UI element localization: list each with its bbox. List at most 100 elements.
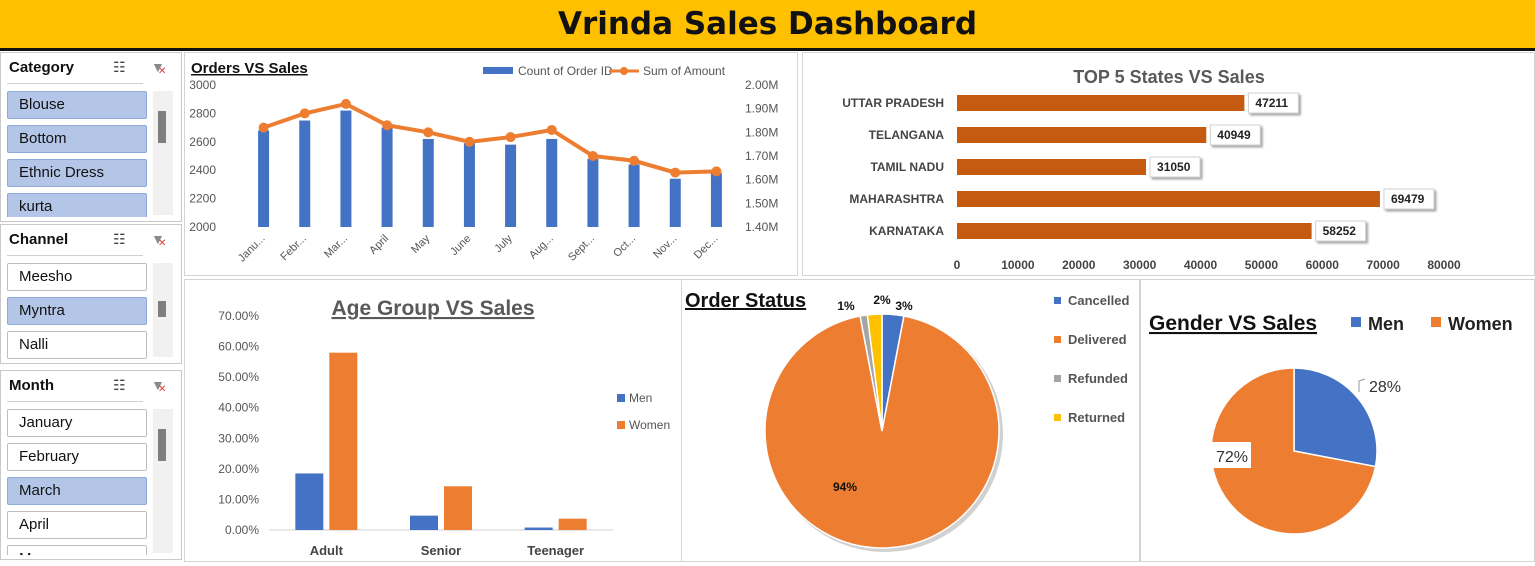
bar-state [957,223,1312,239]
multi-select-icon[interactable]: ☷ [113,377,126,394]
bar-orders [299,120,311,227]
leader-line [1358,378,1366,392]
slicer-scrollbar[interactable] [153,409,173,553]
slicer-item-ethnic-dress[interactable]: Ethnic Dress [7,159,147,187]
y-tick-label: 20.00% [218,462,259,476]
x-tick-label: Febr... [278,233,309,264]
data-label: 40949 [1217,128,1251,142]
x-tick-label: Dec... [692,233,721,262]
scroll-thumb[interactable] [158,111,166,143]
channel-slicer[interactable]: Channel ☷ ▼ ✕ Meesho Myntra Nalli [0,224,182,364]
slice-label: 2% [873,293,891,307]
category-slicer[interactable]: Category ☷ ▼ ✕ Blouse Bottom Ethnic Dress… [0,52,182,222]
y-tick-label: 2800 [189,106,216,120]
slicer-item-nalli[interactable]: Nalli [7,331,147,359]
chart-title: Orders VS Sales [191,60,308,77]
x-tick-label: 80000 [1427,258,1461,272]
scroll-thumb[interactable] [158,429,166,461]
point-amount [258,122,269,133]
bar-orders [422,138,434,227]
bar-women [444,486,472,530]
slicer-item-myntra[interactable]: Myntra [7,297,147,325]
category-label: Adult [310,543,344,558]
y-tick-label: 0.00% [225,523,259,537]
y2-tick-label: 1.60M [745,173,778,187]
slicer-item-bottom[interactable]: Bottom [7,125,147,153]
bar-orders [628,164,640,227]
point-amount [382,120,393,131]
bar-state [957,159,1147,175]
bar-orders [463,143,475,227]
y-tick-label: 2200 [189,192,216,206]
slicer-item-february[interactable]: February [7,443,147,471]
gender-chart: Gender VS Sales Men Women 28% 72% [1149,312,1513,535]
point-amount [299,108,310,119]
category-label: TAMIL NADU [870,160,944,174]
point-amount [505,132,516,143]
category-label: TELANGANA [869,128,945,142]
slicer-item-january[interactable]: January [7,409,147,437]
point-amount [587,151,598,161]
slicer-title: Month [9,377,54,394]
point-amount [340,98,351,109]
slicer-item-may[interactable]: May [7,545,147,555]
slice-label: 3% [895,299,913,313]
bar-state [957,191,1380,207]
clear-filter-icon[interactable]: ▼ ✕ [151,377,166,395]
month-slicer[interactable]: Month ☷ ▼ ✕ January February March April … [0,370,182,560]
point-amount [423,127,434,138]
scroll-thumb[interactable] [158,301,166,317]
clear-filter-icon[interactable]: ▼ ✕ [151,231,166,249]
legend-label: Sum of Amount [643,64,726,78]
bar-orders [505,144,517,227]
bar-orders [340,110,352,227]
slicer-item-april[interactable]: April [7,511,147,539]
slice-label: 1% [837,299,855,313]
x-tick-label: 40000 [1184,258,1218,272]
legend-label: Delivered [1068,332,1127,347]
slicer-scrollbar[interactable] [153,263,173,357]
slicer-item-kurta[interactable]: kurta [7,193,147,217]
category-label: MAHARASHTRA [849,192,944,206]
multi-select-icon[interactable]: ☷ [113,231,126,248]
legend-swatch [1054,297,1061,304]
x-tick-label: Sept... [566,233,597,264]
line-amount [262,101,717,175]
category-label: Teenager [527,543,584,558]
y2-tick-label: 1.40M [745,220,778,234]
y-tick-label: 2000 [189,220,216,234]
x-tick-label: Oct... [611,233,638,260]
legend-label: Men [629,391,652,405]
bar-state [957,127,1207,143]
y2-tick-label: 1.80M [745,125,778,139]
x-tick-label: April [367,233,391,257]
slicer-divider [7,83,143,84]
slice-label: 28% [1369,379,1401,396]
clear-filter-icon[interactable]: ▼ ✕ [151,59,166,77]
y2-tick-label: 1.90M [745,102,778,116]
legend-swatch [1054,336,1061,343]
legend-swatch [1054,375,1061,382]
slice-label: 94% [833,480,857,494]
x-tick-label: Janu... [236,233,268,265]
y-tick-label: 30.00% [218,431,259,445]
x-tick-label: June [448,233,473,258]
x-tick-label: 20000 [1062,258,1096,272]
y-tick-label: 10.00% [218,492,259,506]
slicer-item-meesho[interactable]: Meesho [7,263,147,291]
chart-title: TOP 5 States VS Sales [1073,67,1264,87]
slicer-item-march[interactable]: March [7,477,147,505]
bar-orders [587,158,599,227]
bar-orders [669,178,681,227]
legend-label: Men [1368,314,1404,334]
bar-women [329,352,358,530]
slicer-divider [7,401,143,402]
multi-select-icon[interactable]: ☷ [113,59,126,76]
slicer-scrollbar[interactable] [153,91,173,215]
chart-title: Gender VS Sales [1149,312,1317,335]
legend-label: Women [1448,314,1513,334]
slice-label: 72% [1216,449,1248,466]
slicer-item-blouse[interactable]: Blouse [7,91,147,119]
legend-label: Count of Order ID [518,64,613,78]
y2-tick-label: 1.50M [745,196,778,210]
